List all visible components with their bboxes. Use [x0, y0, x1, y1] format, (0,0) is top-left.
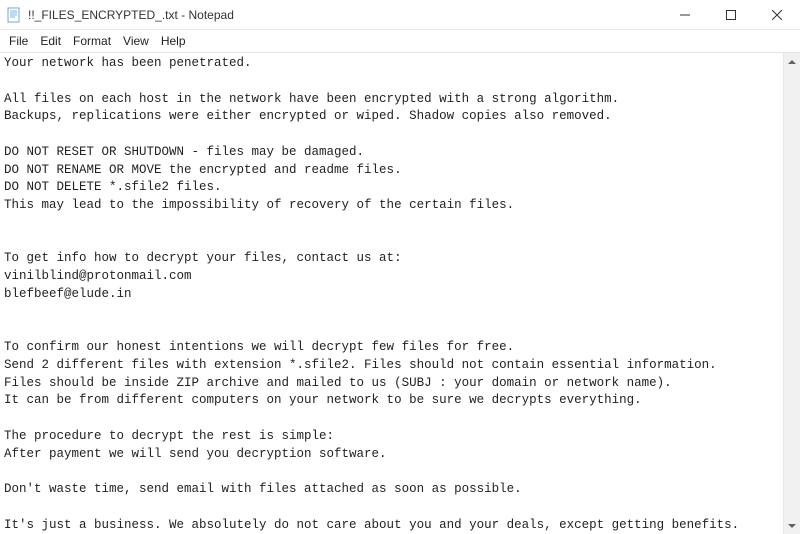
vertical-scrollbar[interactable]	[783, 53, 800, 534]
close-button[interactable]	[754, 0, 800, 29]
menu-file[interactable]: File	[4, 32, 33, 50]
minimize-button[interactable]	[662, 0, 708, 29]
titlebar: !!_FILES_ENCRYPTED_.txt - Notepad	[0, 0, 800, 30]
menubar: File Edit Format View Help	[0, 30, 800, 53]
chevron-up-icon	[788, 60, 796, 64]
menu-view[interactable]: View	[118, 32, 154, 50]
maximize-icon	[726, 10, 736, 20]
scrollbar-track[interactable]	[784, 70, 800, 517]
content-area	[0, 53, 800, 534]
minimize-icon	[680, 10, 690, 20]
scroll-up-button[interactable]	[784, 53, 800, 70]
close-icon	[772, 10, 782, 20]
notepad-icon	[6, 7, 22, 23]
chevron-down-icon	[788, 524, 796, 528]
scroll-down-button[interactable]	[784, 517, 800, 534]
titlebar-left: !!_FILES_ENCRYPTED_.txt - Notepad	[6, 7, 234, 23]
window-title: !!_FILES_ENCRYPTED_.txt - Notepad	[28, 8, 234, 22]
maximize-button[interactable]	[708, 0, 754, 29]
menu-edit[interactable]: Edit	[35, 32, 66, 50]
menu-format[interactable]: Format	[68, 32, 116, 50]
text-editor[interactable]	[0, 53, 783, 534]
window-controls	[662, 0, 800, 29]
menu-help[interactable]: Help	[156, 32, 191, 50]
